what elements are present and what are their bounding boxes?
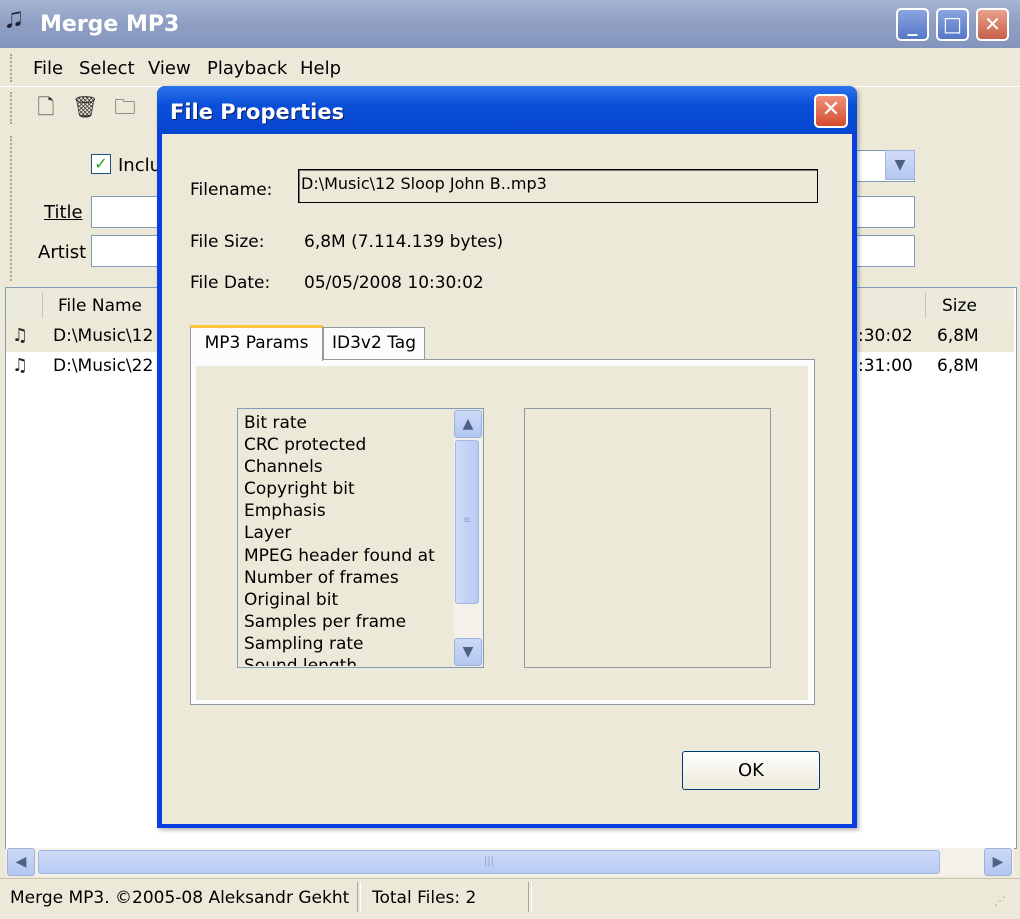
tab-mp3-params[interactable]: MP3 Params bbox=[190, 325, 323, 361]
scroll-down-icon[interactable]: ▼ bbox=[454, 638, 482, 666]
menu-file[interactable]: File bbox=[33, 58, 63, 79]
row-size: 6,8M bbox=[937, 326, 979, 346]
row-size: 6,8M bbox=[937, 356, 979, 376]
window-title: Merge MP3 bbox=[40, 12, 180, 37]
app-icon: 🎜 bbox=[6, 9, 22, 34]
filedate-value: 05/05/2008 10:30:02 bbox=[304, 273, 484, 293]
param-value-box bbox=[524, 408, 771, 668]
list-item[interactable]: Sampling rate bbox=[244, 634, 364, 654]
list-item[interactable]: Bit rate bbox=[244, 413, 307, 433]
list-item-clip: Sound length bbox=[238, 656, 452, 666]
list-item[interactable]: Emphasis bbox=[244, 501, 326, 521]
scroll-thumb[interactable]: ≡ bbox=[455, 440, 479, 604]
toolbar-grip bbox=[10, 92, 15, 124]
title-label: Title bbox=[44, 202, 83, 223]
tab-id3v2-tag[interactable]: ID3v2 Tag bbox=[323, 327, 425, 359]
header-file-name[interactable]: File Name bbox=[58, 296, 142, 316]
form-grip bbox=[10, 136, 15, 281]
open-folder-icon[interactable]: 🗀 bbox=[112, 94, 138, 120]
filesize-label: File Size: bbox=[190, 232, 265, 252]
scroll-left-icon[interactable]: ◀ bbox=[7, 848, 35, 876]
filesize-value: 6,8M (7.114.139 bytes) bbox=[304, 232, 504, 252]
list-item[interactable]: Sound length bbox=[244, 656, 357, 666]
menu-playback[interactable]: Playback bbox=[207, 58, 287, 79]
header-divider bbox=[42, 292, 43, 318]
scroll-right-icon[interactable]: ▶ bbox=[984, 848, 1012, 876]
dialog-title: File Properties bbox=[170, 100, 345, 124]
list-item[interactable]: Original bit bbox=[244, 590, 338, 610]
list-item[interactable]: Number of frames bbox=[244, 568, 399, 588]
music-file-icon: ♫ bbox=[12, 355, 29, 376]
menu-view[interactable]: View bbox=[148, 58, 191, 79]
music-file-icon: ♫ bbox=[12, 325, 29, 346]
menu-select[interactable]: Select bbox=[79, 58, 135, 79]
status-divider bbox=[528, 882, 532, 912]
row-name: D:\Music\12 S bbox=[53, 326, 170, 346]
status-total-files: Total Files: 2 bbox=[372, 888, 477, 908]
row-time: :31:00 bbox=[858, 356, 913, 376]
maximize-button[interactable]: □ bbox=[936, 8, 969, 41]
artist-input[interactable] bbox=[91, 235, 161, 267]
list-item[interactable]: Layer bbox=[244, 523, 291, 543]
header-size[interactable]: Size bbox=[942, 296, 977, 316]
add-file-icon[interactable]: 🗋 bbox=[33, 94, 59, 120]
ok-button[interactable]: OK bbox=[682, 751, 820, 790]
list-item[interactable]: Channels bbox=[244, 457, 323, 477]
header-divider bbox=[925, 292, 926, 318]
filename-field[interactable]: D:\Music\12 Sloop John B..mp3 bbox=[298, 169, 818, 203]
artist-label: Artist bbox=[38, 242, 87, 263]
menu-grip bbox=[10, 54, 15, 82]
chevron-down-icon[interactable]: ▼ bbox=[885, 150, 915, 180]
status-divider bbox=[357, 882, 361, 912]
list-item[interactable]: Copyright bit bbox=[244, 479, 355, 499]
scroll-up-icon[interactable]: ▲ bbox=[454, 410, 482, 438]
menu-help[interactable]: Help bbox=[300, 58, 341, 79]
resize-grip-icon[interactable]: ⋰ bbox=[994, 894, 1006, 908]
filedate-label: File Date: bbox=[190, 273, 271, 293]
dialog-close-button[interactable]: ✕ bbox=[814, 94, 848, 128]
title-input[interactable] bbox=[91, 196, 161, 228]
status-copyright: Merge MP3. ©2005-08 Aleksandr Gekht bbox=[10, 888, 350, 908]
list-item[interactable]: CRC protected bbox=[244, 435, 366, 455]
row-time: :30:02 bbox=[858, 326, 913, 346]
artist-input-right[interactable] bbox=[855, 235, 915, 267]
filename-label: Filename: bbox=[190, 180, 273, 200]
close-button[interactable]: ✕ bbox=[976, 8, 1009, 41]
list-item[interactable]: MPEG header found at bbox=[244, 546, 435, 566]
list-item[interactable]: Samples per frame bbox=[244, 612, 406, 632]
minimize-button[interactable]: _ bbox=[896, 8, 929, 41]
scroll-thumb[interactable]: ||| bbox=[38, 850, 940, 874]
title-input-right[interactable] bbox=[855, 196, 915, 228]
include-label: Inclu bbox=[118, 155, 162, 176]
delete-icon[interactable]: 🗑 bbox=[72, 94, 99, 120]
include-checkbox[interactable]: ✓ bbox=[91, 154, 111, 174]
row-name: D:\Music\22 I bbox=[53, 356, 164, 376]
